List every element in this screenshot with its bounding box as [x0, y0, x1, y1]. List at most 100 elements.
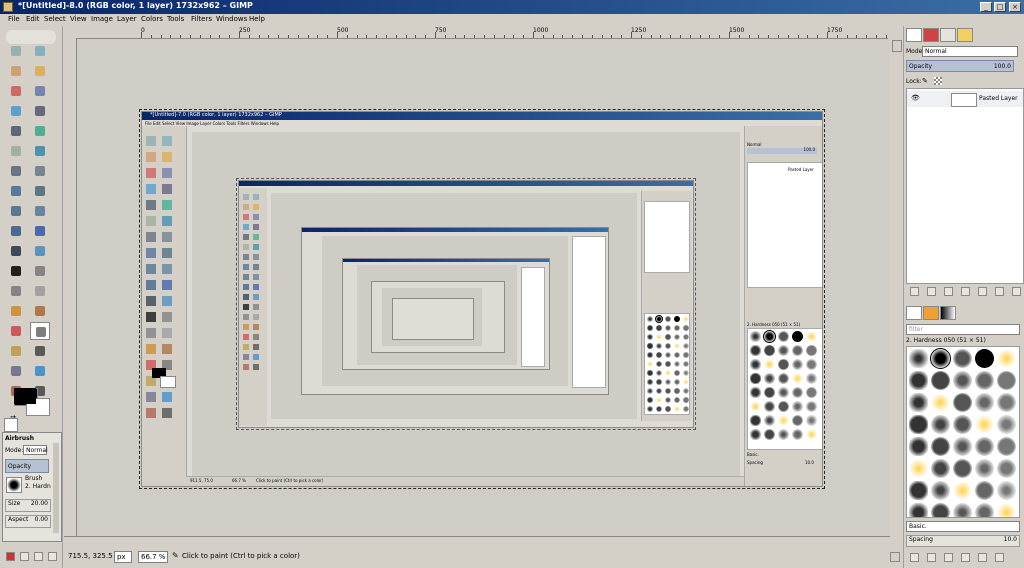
brush-swatch[interactable] [953, 437, 972, 456]
brush-swatch[interactable] [683, 316, 689, 322]
lower-layer-icon[interactable] [961, 287, 970, 296]
move-icon[interactable] [30, 142, 50, 160]
brush-filter-input[interactable]: filter [906, 324, 1020, 335]
maximize-button[interactable]: □ [994, 2, 1006, 12]
brush-swatch[interactable] [674, 406, 680, 412]
cage-icon[interactable] [30, 222, 50, 240]
brush-swatch[interactable] [997, 415, 1016, 434]
color-picker-icon[interactable] [6, 122, 26, 140]
brush-swatch[interactable] [683, 325, 689, 331]
brush-swatch[interactable] [647, 370, 653, 376]
brush-swatch[interactable] [764, 429, 775, 440]
brush-swatch[interactable] [953, 371, 972, 390]
brush-swatch[interactable] [764, 373, 775, 384]
brush-swatch[interactable] [750, 415, 761, 426]
brush-swatch[interactable] [975, 371, 994, 390]
brush-swatch[interactable] [674, 388, 680, 394]
brush-swatch[interactable] [778, 359, 789, 370]
brush-swatch[interactable] [975, 481, 994, 500]
brush-swatch[interactable] [764, 401, 775, 412]
brush-swatch[interactable] [665, 316, 671, 322]
brush-swatch[interactable] [792, 415, 803, 426]
perspective-clone-icon[interactable] [6, 362, 26, 380]
brush-swatch[interactable] [997, 481, 1016, 500]
brush-swatch[interactable] [683, 343, 689, 349]
brush-swatch[interactable] [953, 459, 972, 478]
warp-icon[interactable] [30, 242, 50, 260]
zoom-icon[interactable] [30, 122, 50, 140]
brush-swatch[interactable] [665, 343, 671, 349]
brush-swatch[interactable] [778, 415, 789, 426]
brush-swatch[interactable] [665, 370, 671, 376]
brush-swatch[interactable] [953, 415, 972, 434]
brush-swatch[interactable] [763, 330, 776, 343]
brush-swatch[interactable] [647, 379, 653, 385]
menu-edit[interactable]: Edit [26, 15, 40, 23]
brush-swatch[interactable] [953, 349, 972, 368]
brush-swatch[interactable] [674, 397, 680, 403]
brush-swatch[interactable] [792, 401, 803, 412]
brush-swatch[interactable] [778, 331, 789, 342]
brush-swatch[interactable] [806, 387, 817, 398]
free-select-icon[interactable] [6, 62, 26, 80]
fuzzy-select-icon[interactable] [30, 62, 50, 80]
paintbrush-icon[interactable] [30, 302, 50, 320]
blend-icon[interactable] [30, 282, 50, 300]
brush-swatch[interactable] [931, 393, 950, 412]
brush-swatch[interactable] [792, 373, 803, 384]
brush-swatch[interactable] [750, 345, 761, 356]
heal-icon[interactable] [30, 262, 50, 280]
brush-swatch[interactable] [806, 359, 817, 370]
brush-swatch[interactable] [656, 388, 662, 394]
layer-row[interactable]: 👁 Pasted Layer [907, 91, 1023, 107]
ellipse-select-icon[interactable] [30, 42, 50, 60]
reset-options-icon[interactable] [48, 552, 57, 561]
brush-swatch[interactable] [953, 393, 972, 412]
brush-swatch[interactable] [806, 401, 817, 412]
layers-tab[interactable] [906, 28, 922, 42]
blur-icon[interactable] [30, 362, 50, 380]
brush-grid[interactable] [906, 346, 1020, 518]
brush-swatch[interactable] [792, 331, 803, 342]
layer-mode-select[interactable]: Normal [922, 46, 1018, 57]
perspective-icon[interactable] [30, 202, 50, 220]
minimize-button[interactable]: _ [980, 2, 992, 12]
brush-swatch[interactable] [656, 352, 662, 358]
brush-swatch[interactable] [647, 334, 653, 340]
brush-swatch[interactable] [656, 343, 662, 349]
brush-swatch[interactable] [909, 481, 928, 500]
brush-swatch[interactable] [656, 397, 662, 403]
brush-swatch[interactable] [997, 349, 1016, 368]
brush-swatch[interactable] [647, 397, 653, 403]
brush-swatch[interactable] [909, 393, 928, 412]
eraser-icon[interactable] [6, 322, 26, 340]
brush-swatch[interactable] [909, 415, 928, 434]
brush-swatch[interactable] [665, 406, 671, 412]
brush-swatch[interactable] [656, 406, 662, 412]
tool-options-scrollbar[interactable] [53, 443, 59, 533]
brush-swatch[interactable] [665, 361, 671, 367]
brush-swatch[interactable] [674, 334, 680, 340]
menu-colors[interactable]: Colors [141, 15, 163, 23]
new-layer-icon[interactable] [910, 287, 919, 296]
brush-swatch[interactable] [750, 429, 761, 440]
vertical-scrollbar[interactable] [890, 38, 902, 546]
scale-icon[interactable] [30, 182, 50, 200]
gradients-tab[interactable] [940, 306, 956, 320]
brush-swatch[interactable] [674, 325, 680, 331]
clone-icon[interactable] [30, 342, 50, 360]
menu-tools[interactable]: Tools [167, 15, 184, 23]
brush-preview[interactable] [6, 477, 22, 493]
brush-swatch[interactable] [656, 325, 662, 331]
duplicate-layer-icon[interactable] [978, 287, 987, 296]
brush-swatch[interactable] [909, 437, 928, 456]
brush-swatch[interactable] [674, 352, 680, 358]
text-icon[interactable] [6, 262, 26, 280]
brush-swatch[interactable] [975, 437, 994, 456]
bucket-fill-icon[interactable] [6, 282, 26, 300]
brush-preset-select[interactable]: Basic. [906, 521, 1020, 532]
rotate-icon[interactable] [6, 182, 26, 200]
airbrush-icon[interactable] [30, 322, 50, 340]
navigate-icon[interactable] [892, 40, 902, 52]
brush-swatch[interactable] [647, 316, 653, 322]
